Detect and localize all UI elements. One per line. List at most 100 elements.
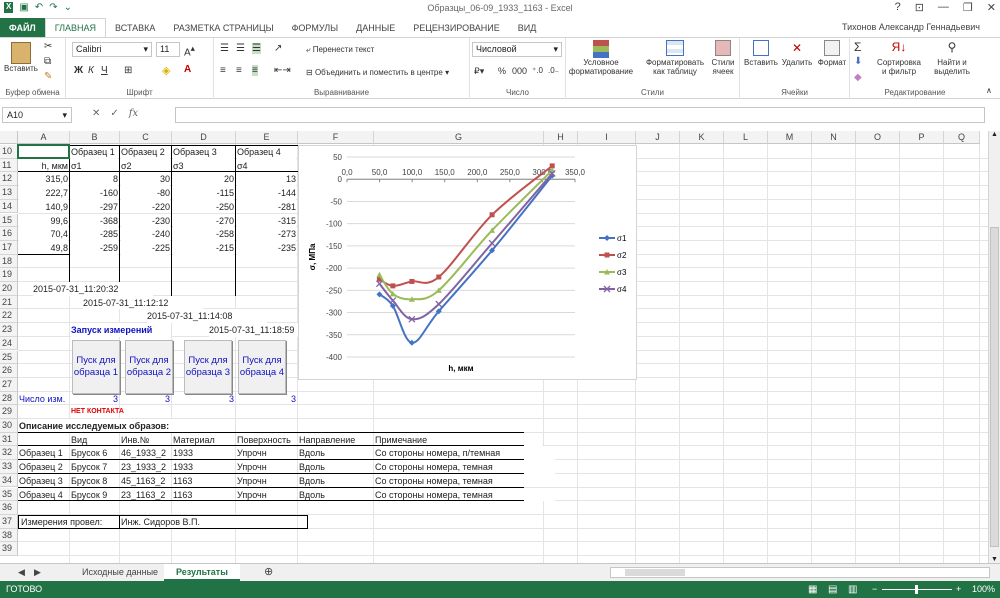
- tab-insert[interactable]: ВСТАВКА: [106, 18, 164, 38]
- row-header[interactable]: 31: [0, 432, 18, 447]
- row-header[interactable]: 21: [0, 295, 18, 310]
- align-right-icon[interactable]: ≡: [252, 65, 258, 76]
- scroll-thumb[interactable]: [990, 227, 999, 547]
- user-name[interactable]: Тихонов Александр Геннадьевич: [842, 22, 980, 32]
- indent-icon[interactable]: ⇤⇥: [274, 65, 291, 76]
- column-header[interactable]: P: [900, 131, 944, 144]
- conditional-format-button[interactable]: Условное форматирование: [568, 40, 634, 76]
- italic-button[interactable]: К: [88, 65, 94, 76]
- row-header[interactable]: 17: [0, 240, 18, 255]
- column-header[interactable]: Q: [944, 131, 980, 144]
- row-header[interactable]: 30: [0, 419, 18, 433]
- delete-cells-button[interactable]: ✕ Удалить: [780, 40, 814, 67]
- row-header[interactable]: 19: [0, 268, 18, 282]
- page-break-view-icon[interactable]: ▥: [848, 581, 857, 598]
- percent-button[interactable]: %: [498, 66, 506, 76]
- column-header[interactable]: A: [18, 131, 70, 144]
- align-middle-icon[interactable]: ☰: [236, 43, 245, 54]
- sheet-tab-source-data[interactable]: Исходные данные: [70, 564, 170, 581]
- insert-cells-button[interactable]: Вставить: [744, 40, 778, 67]
- autosum-icon[interactable]: Σ: [854, 40, 861, 54]
- row-header[interactable]: 13: [0, 186, 18, 200]
- ribbon-display-icon[interactable]: ⊡: [915, 1, 924, 14]
- row-header[interactable]: 24: [0, 336, 18, 351]
- align-top-icon[interactable]: ☰: [220, 43, 229, 54]
- column-header[interactable]: F: [298, 131, 374, 144]
- column-header[interactable]: C: [120, 131, 172, 144]
- column-header[interactable]: G: [374, 131, 544, 144]
- scroll-up-icon[interactable]: ▲: [989, 131, 1000, 138]
- tab-file[interactable]: ФАЙЛ: [0, 18, 45, 38]
- fill-color-icon[interactable]: ◈: [162, 64, 170, 77]
- borders-icon[interactable]: ⊞: [124, 65, 132, 76]
- row-header[interactable]: 12: [0, 172, 18, 187]
- copy-icon[interactable]: ⧉: [44, 56, 51, 67]
- zoom-in-icon[interactable]: +: [956, 581, 961, 598]
- launch-sample-3-button[interactable]: Пуск для образца 3: [184, 339, 232, 394]
- launch-sample-1-button[interactable]: Пуск для образца 1: [72, 339, 120, 394]
- scroll-down-icon[interactable]: ▼: [989, 556, 1000, 563]
- zoom-slider-thumb[interactable]: [915, 585, 918, 594]
- tab-home[interactable]: ГЛАВНАЯ: [44, 18, 107, 38]
- column-header[interactable]: E: [236, 131, 298, 144]
- row-header[interactable]: 18: [0, 254, 18, 269]
- selected-cell[interactable]: [17, 144, 70, 159]
- hscroll-thumb[interactable]: [625, 569, 685, 576]
- add-sheet-icon[interactable]: ⊕: [252, 564, 285, 581]
- chart[interactable]: 50 0 -50 -100 -150 -200 -250 -300 -350 -400 0,0 50,…: [298, 145, 637, 380]
- column-header[interactable]: K: [680, 131, 724, 144]
- increase-font-icon[interactable]: A▴: [184, 43, 195, 58]
- cut-icon[interactable]: ✂: [44, 41, 52, 52]
- column-header[interactable]: M: [768, 131, 812, 144]
- tab-page-layout[interactable]: РАЗМЕТКА СТРАНИЦЫ: [164, 18, 282, 38]
- column-header[interactable]: L: [724, 131, 768, 144]
- row-header[interactable]: 36: [0, 501, 18, 515]
- next-sheet-icon[interactable]: ▶: [22, 564, 53, 581]
- underline-button[interactable]: Ч: [101, 65, 108, 76]
- sort-filter-button[interactable]: Я↓ Сортировка и фильтр: [872, 40, 926, 76]
- row-header[interactable]: 20: [0, 282, 18, 296]
- close-icon[interactable]: ✕: [987, 1, 996, 14]
- restore-icon[interactable]: ❐: [963, 1, 973, 14]
- fill-icon[interactable]: ⬇: [854, 56, 862, 67]
- row-header[interactable]: 23: [0, 323, 18, 337]
- column-header[interactable]: N: [812, 131, 856, 144]
- paste-button[interactable]: Вставить: [4, 42, 38, 73]
- align-left-icon[interactable]: ≡: [220, 65, 226, 76]
- row-header[interactable]: 32: [0, 446, 18, 461]
- column-header[interactable]: J: [636, 131, 680, 144]
- help-icon[interactable]: ?: [895, 1, 901, 14]
- row-header[interactable]: 28: [0, 391, 18, 406]
- bold-button[interactable]: Ж: [74, 65, 83, 76]
- row-header[interactable]: 37: [0, 514, 18, 529]
- normal-view-icon[interactable]: ▦: [808, 581, 817, 598]
- name-box[interactable]: A10 ▾: [2, 107, 72, 123]
- orientation-icon[interactable]: ↗: [274, 43, 282, 54]
- clear-icon[interactable]: ◆: [854, 72, 862, 83]
- horizontal-scrollbar[interactable]: [610, 567, 990, 578]
- row-header[interactable]: 22: [0, 309, 18, 324]
- decrease-decimal-icon[interactable]: .0₋: [548, 66, 559, 75]
- zoom-level[interactable]: 100%: [972, 581, 995, 598]
- column-header[interactable]: H: [544, 131, 578, 144]
- format-painter-icon[interactable]: ✎: [44, 71, 52, 82]
- row-header[interactable]: 27: [0, 377, 18, 392]
- tab-view[interactable]: ВИД: [509, 18, 546, 38]
- row-header[interactable]: 34: [0, 473, 18, 488]
- font-color-icon[interactable]: A: [184, 64, 191, 75]
- select-all-corner[interactable]: [0, 131, 18, 144]
- row-header[interactable]: 14: [0, 199, 18, 214]
- page-layout-view-icon[interactable]: ▤: [828, 581, 837, 598]
- row-header[interactable]: 35: [0, 487, 18, 502]
- row-header[interactable]: 25: [0, 350, 18, 365]
- wrap-text-button[interactable]: ⤶ Перенести текст: [306, 45, 374, 55]
- row-header[interactable]: 33: [0, 460, 18, 474]
- row-header[interactable]: 11: [0, 158, 18, 173]
- column-header[interactable]: D: [172, 131, 236, 144]
- align-center-icon[interactable]: ≡: [236, 65, 242, 76]
- column-header[interactable]: B: [70, 131, 120, 144]
- cancel-icon[interactable]: ✕: [92, 108, 100, 119]
- font-size-select[interactable]: 11: [156, 42, 180, 57]
- font-name-select[interactable]: Calibri ▾: [72, 42, 152, 57]
- tab-review[interactable]: РЕЦЕНЗИРОВАНИЕ: [404, 18, 509, 38]
